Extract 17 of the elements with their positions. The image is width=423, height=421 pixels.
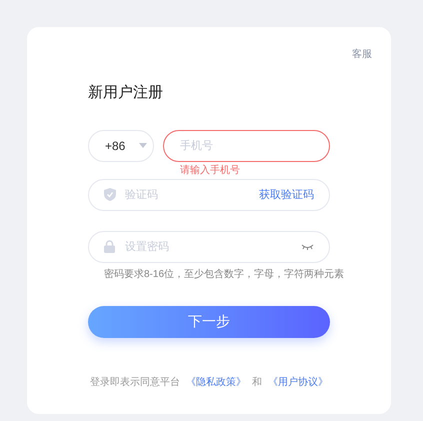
user-agreement-link[interactable]: 《用户协议》 xyxy=(268,374,328,390)
phone-error: 请输入手机号 xyxy=(180,164,240,178)
support-link[interactable]: 客服 xyxy=(352,47,372,62)
password-hint: 密码要求8-16位，至少包含数字，字母，字符两种元素 xyxy=(103,268,346,282)
agreement-text: 登录即表示同意平台 xyxy=(90,376,180,390)
country-code-select[interactable]: +86 xyxy=(88,130,154,162)
page-title: 新用户注册 xyxy=(88,83,164,103)
phone-input[interactable]: 手机号 xyxy=(163,130,330,162)
lock-icon xyxy=(104,240,115,253)
shield-icon xyxy=(104,188,116,201)
privacy-policy-link[interactable]: 《隐私政策》 xyxy=(186,374,246,390)
password-input[interactable]: 设置密码 xyxy=(88,230,330,262)
closed-eye-icon[interactable] xyxy=(301,244,314,250)
conjunction-text: 和 xyxy=(252,376,262,390)
get-code-button[interactable]: 获取验证码 xyxy=(259,188,314,202)
caret-icon xyxy=(139,143,148,148)
next-button[interactable]: 下一步 xyxy=(88,306,330,338)
